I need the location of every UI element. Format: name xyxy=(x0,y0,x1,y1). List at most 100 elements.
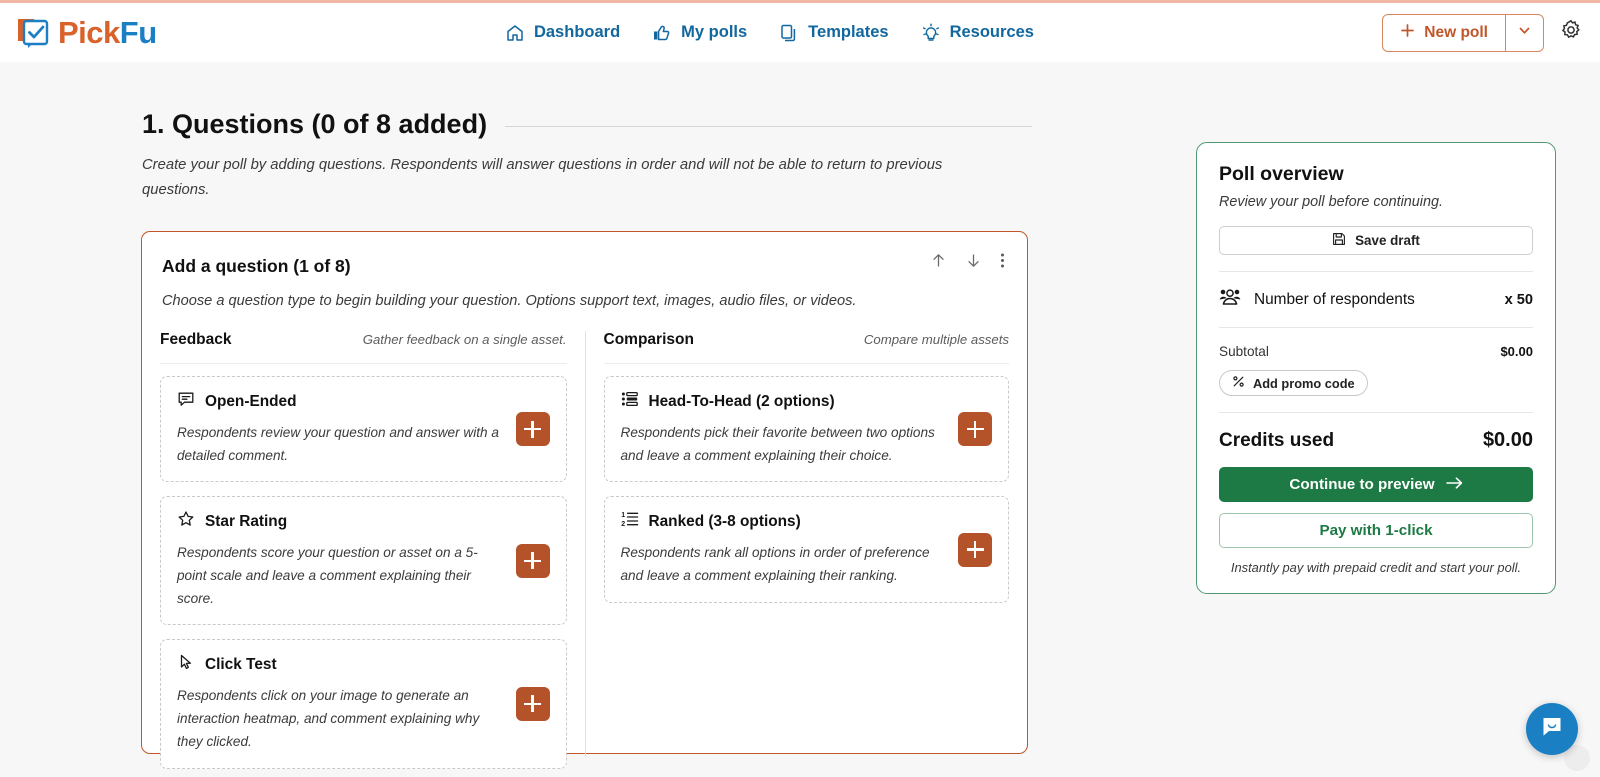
nav-item-my-polls[interactable]: My polls xyxy=(652,23,747,43)
poll-overview-panel: Poll overview Review your poll before co… xyxy=(1196,142,1556,594)
feedback-column-header: Feedback Gather feedback on a single ass… xyxy=(160,331,567,364)
people-icon xyxy=(1219,288,1241,311)
save-draft-label: Save draft xyxy=(1355,233,1420,248)
title-divider xyxy=(505,126,1032,127)
option-description: Respondents score your question or asset… xyxy=(177,545,478,606)
credits-value: $0.00 xyxy=(1482,429,1533,451)
new-poll-label: New poll xyxy=(1424,23,1488,41)
option-title: Ranked (3-8 options) xyxy=(648,512,801,530)
lightbulb-icon xyxy=(921,23,941,43)
main-content: 1. Questions (0 of 8 added) Create your … xyxy=(0,62,1600,777)
add-question-title: Add a question (1 of 8) xyxy=(162,256,351,276)
arrow-down-icon xyxy=(965,252,982,274)
floppy-disk-icon xyxy=(1332,232,1346,249)
gear-icon xyxy=(1560,19,1582,45)
add-ranked-button[interactable] xyxy=(958,532,992,567)
feedback-column: Feedback Gather feedback on a single ass… xyxy=(142,331,585,769)
pay-with-1-click-button[interactable]: Pay with 1-click xyxy=(1219,513,1533,548)
svg-text:2: 2 xyxy=(621,521,625,528)
section-description: Create your poll by adding questions. Re… xyxy=(142,157,943,199)
nav-label-my-polls: My polls xyxy=(681,23,748,41)
settings-button[interactable] xyxy=(1560,19,1582,46)
nav-item-templates[interactable]: Templates xyxy=(779,23,889,43)
option-description: Respondents click on your image to gener… xyxy=(177,688,480,749)
comparison-subheading: Compare multiple assets xyxy=(863,332,1009,347)
chat-widget-button[interactable] xyxy=(1526,703,1578,755)
question-more-options-button[interactable] xyxy=(1000,252,1005,274)
credits-row: Credits used $0.00 xyxy=(1219,429,1533,452)
speech-bubble-icon xyxy=(177,390,195,413)
option-description: Respondents rank all options in order of… xyxy=(620,545,930,584)
option-title: Open-Ended xyxy=(205,392,297,410)
move-question-down-button[interactable] xyxy=(965,252,982,274)
add-star-rating-button[interactable] xyxy=(515,543,550,578)
question-card-actions xyxy=(930,252,1005,274)
nav-label-resources: Resources xyxy=(949,23,1034,41)
arrow-up-icon xyxy=(930,252,947,274)
top-navigation-bar: PickFu Dashboard My polls Templates Reso… xyxy=(0,0,1600,62)
question-type-columns: Feedback Gather feedback on a single ass… xyxy=(142,331,1028,769)
add-open-ended-button[interactable] xyxy=(515,412,550,447)
credits-label: Credits used xyxy=(1219,429,1335,451)
page-title: 1. Questions (0 of 8 added) xyxy=(142,109,488,139)
nav-label-dashboard: Dashboard xyxy=(533,23,621,41)
pay-note: Instantly pay with prepaid credit and st… xyxy=(1230,560,1522,575)
option-description: Respondents review your question and ans… xyxy=(177,425,499,463)
continue-label: Continue to preview xyxy=(1289,476,1435,493)
logo-wordmark: PickFu xyxy=(58,15,157,51)
add-question-description: Choose a question type to begin building… xyxy=(162,293,857,309)
promo-label: Add promo code xyxy=(1253,375,1355,391)
section-header: 1. Questions (0 of 8 added) Create your … xyxy=(142,109,1032,204)
top-right-actions: New poll xyxy=(1382,13,1582,52)
app-root: PickFu Dashboard My polls Templates Reso… xyxy=(0,0,1600,777)
pay-label: Pay with 1-click xyxy=(1319,522,1433,539)
home-icon xyxy=(505,23,525,43)
question-type-head-to-head[interactable]: Head-To-Head (2 options) Respondents pic… xyxy=(603,376,1009,483)
move-question-up-button[interactable] xyxy=(930,252,947,274)
arrow-right-icon xyxy=(1445,476,1463,494)
nav-item-dashboard[interactable]: Dashboard xyxy=(505,23,620,43)
add-question-card: Add a question (1 of 8) Choose a questio… xyxy=(141,231,1028,769)
percent-icon xyxy=(1232,375,1245,391)
chevron-down-icon xyxy=(1517,23,1532,43)
logo-text-fu: Fu xyxy=(119,14,157,50)
divider xyxy=(1219,412,1533,413)
question-type-click-test[interactable]: Click Test Respondents click on your ima… xyxy=(160,639,567,769)
option-title: Star Rating xyxy=(205,512,288,530)
comparison-column: Comparison Compare multiple assets Head-… xyxy=(584,331,1028,756)
main-nav: Dashboard My polls Templates Resources xyxy=(505,23,1034,43)
feedback-subheading: Gather feedback on a single asset. xyxy=(362,332,567,347)
poll-overview-title: Poll overview xyxy=(1219,163,1344,185)
chat-bubble-icon xyxy=(1539,714,1565,745)
continue-to-preview-button[interactable]: Continue to preview xyxy=(1219,467,1533,502)
feedback-heading: Feedback xyxy=(160,331,232,348)
plus-icon xyxy=(1400,23,1415,43)
kebab-menu-icon xyxy=(1000,252,1005,274)
new-poll-button[interactable]: New poll xyxy=(1383,15,1505,51)
comparison-column-header: Comparison Compare multiple assets xyxy=(603,331,1009,364)
nav-item-resources[interactable]: Resources xyxy=(921,23,1034,43)
question-type-open-ended[interactable]: Open-Ended Respondents review your quest… xyxy=(160,376,567,483)
save-draft-button[interactable]: Save draft xyxy=(1219,226,1533,255)
add-head-to-head-button[interactable] xyxy=(958,412,992,447)
logo-text-pick: Pick xyxy=(58,14,120,50)
bar-list-icon xyxy=(621,390,639,413)
question-type-star-rating[interactable]: Star Rating Respondents score your quest… xyxy=(160,496,567,626)
cursor-icon xyxy=(177,653,195,676)
add-promo-code-button[interactable]: Add promo code xyxy=(1219,370,1368,396)
numbered-list-icon: 1 2 xyxy=(621,510,639,533)
svg-text:1: 1 xyxy=(621,512,625,519)
new-poll-button-group: New poll xyxy=(1382,13,1544,52)
respondents-label: Number of respondents xyxy=(1254,290,1415,308)
poll-overview-subtitle: Review your poll before continuing. xyxy=(1219,194,1443,210)
question-type-ranked[interactable]: 1 2 Ranked (3-8 options) Respondents ran… xyxy=(603,496,1009,603)
divider xyxy=(1219,327,1533,328)
new-poll-dropdown-button[interactable] xyxy=(1505,14,1543,51)
add-click-test-button[interactable] xyxy=(515,686,550,721)
respondents-row: Number of respondents x 50 xyxy=(1219,288,1533,311)
nav-label-templates: Templates xyxy=(808,23,889,41)
option-title: Click Test xyxy=(205,655,277,673)
subtotal-label: Subtotal xyxy=(1219,344,1269,359)
add-question-header: Add a question (1 of 8) Choose a questio… xyxy=(142,232,1027,309)
logo[interactable]: PickFu xyxy=(14,12,157,54)
